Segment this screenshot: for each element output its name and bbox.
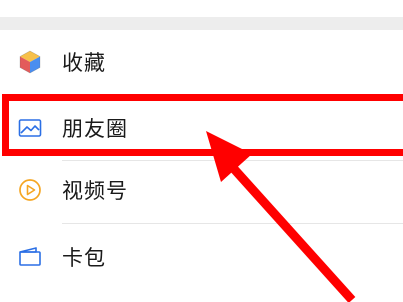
card-wallet-icon	[16, 243, 44, 271]
divider	[62, 223, 403, 224]
channels-play-icon	[16, 176, 44, 204]
highlight-annotation-box	[2, 94, 403, 156]
menu-item-label: 收藏	[62, 51, 106, 75]
menu-item-favorites[interactable]: 收藏	[0, 30, 403, 94]
section-gap	[0, 17, 403, 30]
menu-item-channels[interactable]: 视频号	[0, 158, 403, 222]
menu-item-label: 卡包	[62, 246, 106, 270]
menu-item-card-wallet[interactable]: 卡包	[0, 225, 403, 289]
favorites-cube-icon	[16, 48, 44, 76]
top-card-area	[0, 0, 403, 17]
menu-item-label: 视频号	[62, 179, 128, 203]
wechat-me-screen: 收藏 朋友圈 视频号 卡包	[0, 0, 403, 302]
me-menu-list: 收藏 朋友圈 视频号 卡包	[0, 30, 403, 302]
